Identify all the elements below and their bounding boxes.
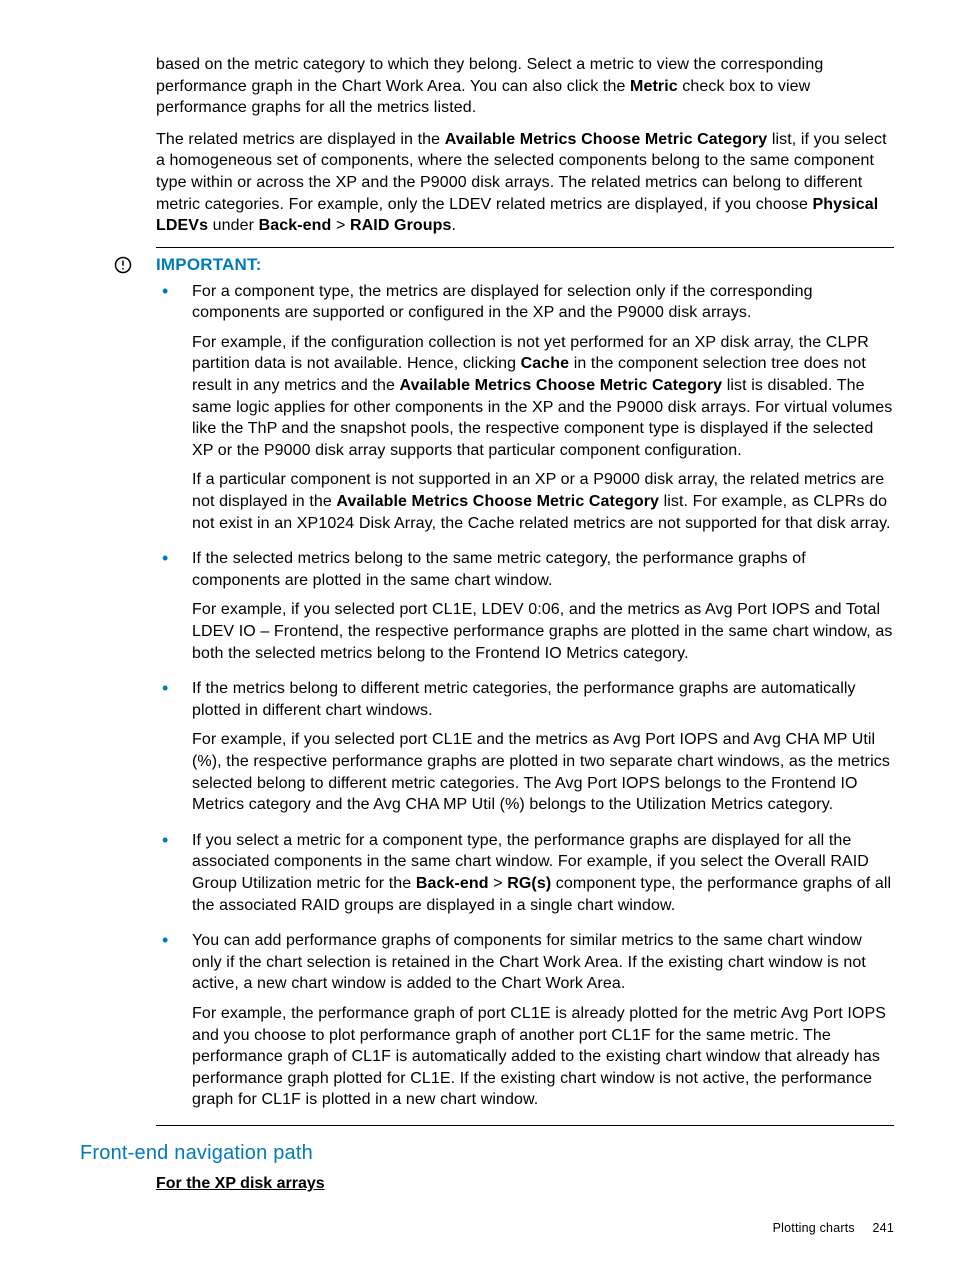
bold-text: Available Metrics Choose Metric Category [445, 131, 768, 148]
paragraph: If a particular component is not support… [192, 469, 894, 534]
important-icon [80, 254, 156, 274]
document-page: based on the metric category to which th… [0, 0, 954, 1271]
bold-text: Metric [630, 78, 678, 95]
page-footer: Plotting charts 241 [773, 1220, 894, 1237]
section-heading: Front-end navigation path [80, 1140, 894, 1167]
text: The related metrics are displayed in the [156, 131, 445, 148]
list-item: If the metrics belong to different metri… [156, 678, 894, 816]
list-item: You can add performance graphs of compon… [156, 930, 894, 1111]
text: If the selected metrics belong to the sa… [192, 548, 894, 591]
list-item: If the selected metrics belong to the sa… [156, 548, 894, 664]
bold-text: Back-end [416, 875, 489, 892]
text: > [331, 217, 350, 234]
bold-text: Cache [521, 355, 570, 372]
bold-text: RAID Groups [350, 217, 452, 234]
list-item: If you select a metric for a component t… [156, 830, 894, 916]
intro-paragraph-1: based on the metric category to which th… [156, 54, 894, 119]
intro-paragraph-2: The related metrics are displayed in the… [156, 129, 894, 237]
text: > [489, 875, 508, 892]
bold-text: Back-end [259, 217, 332, 234]
text: . [452, 217, 457, 234]
text: For example, the performance graph of po… [192, 1003, 894, 1111]
paragraph: For example, if the configuration collec… [192, 332, 894, 462]
text: For a component type, the metrics are di… [192, 281, 894, 324]
intro-block: based on the metric category to which th… [156, 54, 894, 237]
text: For example, if you selected port CL1E, … [192, 599, 894, 664]
footer-label: Plotting charts [773, 1221, 855, 1235]
divider [156, 1125, 894, 1126]
text: You can add performance graphs of compon… [192, 930, 894, 995]
bold-text: Available Metrics Choose Metric Category [336, 493, 659, 510]
important-callout: IMPORTANT: [80, 254, 894, 277]
page-number: 241 [873, 1221, 894, 1235]
bold-text: RG(s) [507, 875, 551, 892]
paragraph: If you select a metric for a component t… [192, 830, 894, 916]
text: For example, if you selected port CL1E a… [192, 729, 894, 815]
divider [156, 247, 894, 248]
list-item: For a component type, the metrics are di… [156, 281, 894, 535]
important-list: For a component type, the metrics are di… [156, 281, 894, 1111]
text: under [208, 217, 259, 234]
important-label: IMPORTANT: [156, 254, 262, 277]
text: If the metrics belong to different metri… [192, 678, 894, 721]
section-subheading: For the XP disk arrays [156, 1173, 894, 1195]
bold-text: Available Metrics Choose Metric Category [400, 377, 723, 394]
